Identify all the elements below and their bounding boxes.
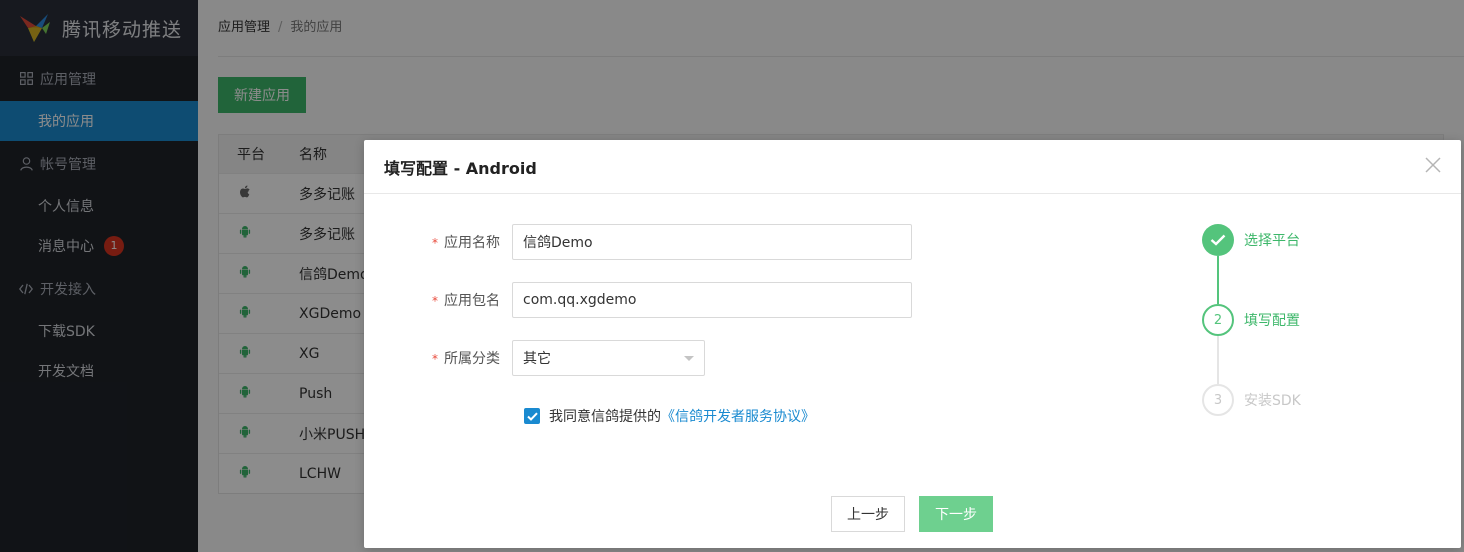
- chevron-down-icon: [684, 355, 694, 361]
- form-row-category: * 所属分类 其它: [364, 340, 705, 376]
- agreement-link[interactable]: 《信鸽开发者服务协议》: [661, 406, 815, 426]
- step-number: 3: [1202, 384, 1234, 416]
- step-number: 2: [1202, 304, 1234, 336]
- required-mark: *: [432, 294, 438, 308]
- form-row-app-name: * 应用名称: [364, 224, 912, 260]
- progress-steps: 选择平台 2 填写配置 3 安装SDK: [1202, 224, 1402, 424]
- next-step-button[interactable]: 下一步: [919, 496, 993, 532]
- step-label: 填写配置: [1244, 313, 1300, 329]
- prev-step-button[interactable]: 上一步: [831, 496, 905, 532]
- category-label: * 所属分类: [432, 351, 500, 367]
- app-name-label: * 应用名称: [432, 235, 500, 251]
- config-modal: 填写配置 - Android *应用名称 *应用包名 *所属分类 其它 我同意信…: [364, 140, 1461, 548]
- step-connector: [1217, 336, 1219, 384]
- step-install-sdk: 3 安装SDK: [1202, 384, 1301, 416]
- category-select[interactable]: 其它: [512, 340, 705, 376]
- step-label: 选择平台: [1244, 233, 1300, 249]
- agreement-text: 我同意信鸽提供的: [549, 409, 661, 425]
- step-select-platform: 选择平台: [1202, 224, 1300, 256]
- app-name-input[interactable]: [512, 224, 912, 260]
- close-icon[interactable]: [1423, 156, 1443, 176]
- step-connector: [1217, 256, 1219, 304]
- form-row-package-name: * 应用包名: [364, 282, 912, 318]
- package-name-label: * 应用包名: [432, 293, 500, 309]
- check-icon: [1202, 224, 1234, 256]
- agreement-checkbox[interactable]: [524, 408, 540, 424]
- agreement-row: 我同意信鸽提供的 《信鸽开发者服务协议》: [524, 406, 815, 426]
- category-selected-value: 其它: [523, 351, 551, 367]
- required-mark: *: [432, 236, 438, 250]
- required-mark: *: [432, 352, 438, 366]
- step-label: 安装SDK: [1244, 393, 1301, 409]
- step-fill-config: 2 填写配置: [1202, 304, 1300, 336]
- modal-header: 填写配置 - Android: [364, 140, 1461, 194]
- modal-title: 填写配置 - Android: [384, 158, 537, 178]
- package-name-input[interactable]: [512, 282, 912, 318]
